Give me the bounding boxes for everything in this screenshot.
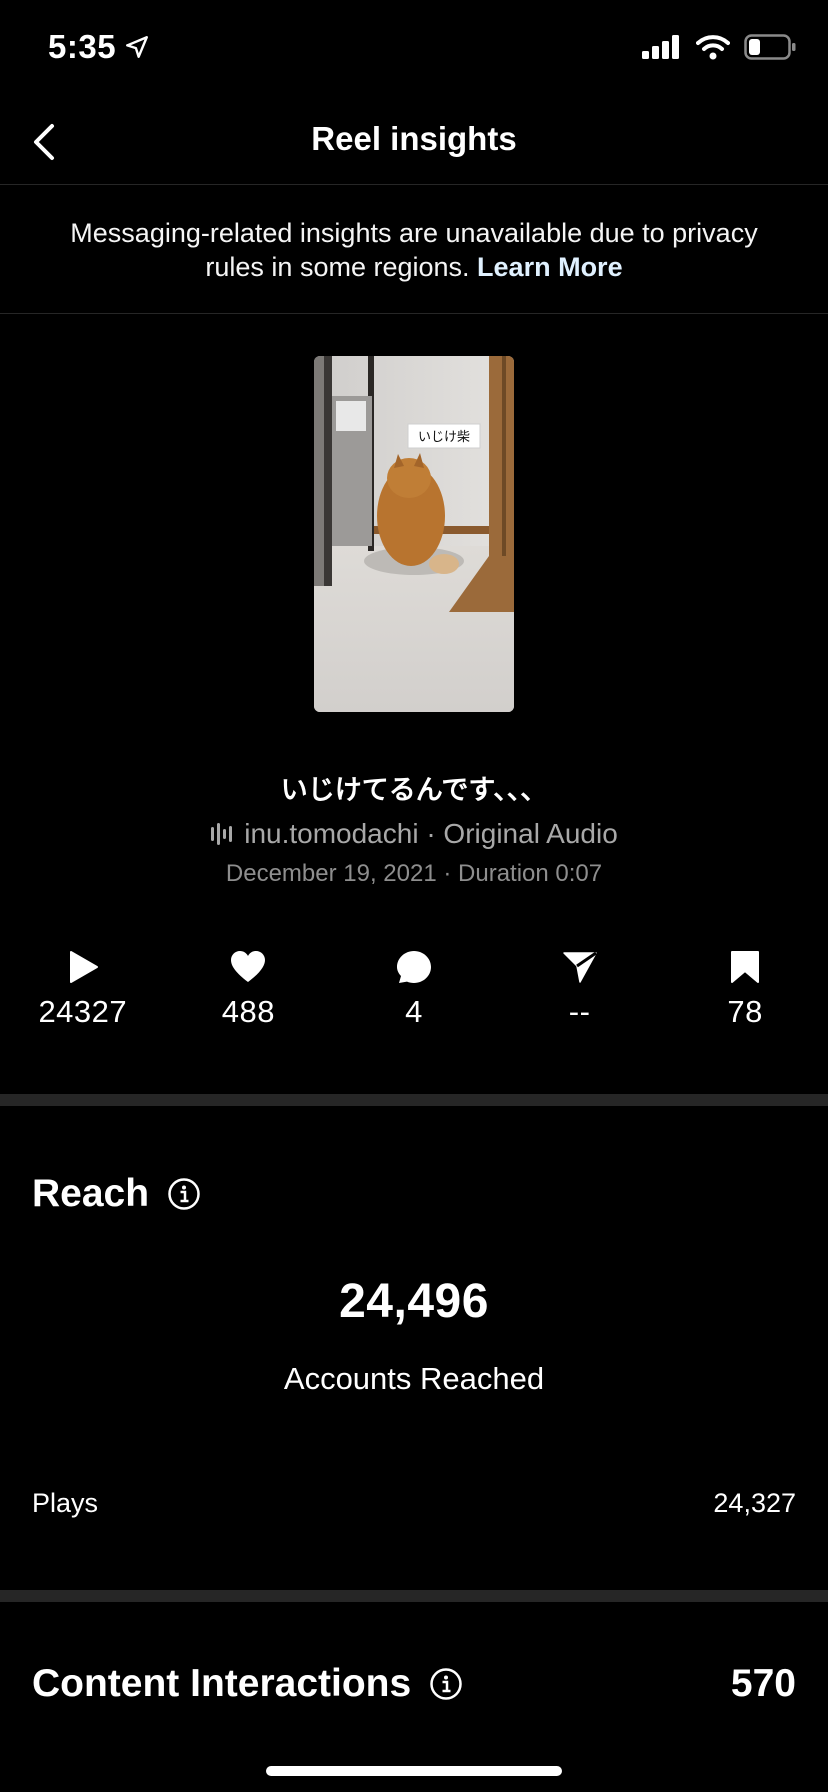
reel-thumbnail-image: いじけ柴: [314, 356, 514, 712]
accounts-reached-label: Accounts Reached: [283, 1361, 545, 1396]
stat-likes-value: 488: [221, 994, 275, 1029]
info-icon[interactable]: [167, 1177, 201, 1211]
heart-icon: [231, 951, 266, 982]
accounts-reached-value: 24,496: [339, 1275, 489, 1328]
plays-label: Plays: [32, 1488, 99, 1518]
reel-thumbnail[interactable]: いじけ柴: [314, 356, 514, 712]
play-icon: [69, 951, 98, 983]
stat-shares: --: [497, 950, 663, 1030]
section-divider: [0, 1590, 828, 1602]
interactions-value: 570: [730, 1662, 796, 1705]
stat-comments: 4: [331, 950, 497, 1030]
page-title: Reel insights: [311, 120, 517, 157]
status-time-text: 5:35: [48, 28, 117, 65]
audio-attribution[interactable]: inu.tomodachi · Original Audio: [0, 818, 828, 850]
stat-plays-value: 24327: [38, 994, 128, 1029]
thumbnail-overlay-text: いじけ柴: [418, 430, 470, 445]
privacy-notice: Messaging-related insights are unavailab…: [0, 184, 828, 314]
comment-icon: [396, 951, 431, 983]
home-indicator[interactable]: [266, 1766, 562, 1776]
stat-likes: 488: [166, 950, 332, 1030]
stat-saves-value: 78: [727, 994, 763, 1029]
plays-value: 24,327: [713, 1488, 796, 1518]
reel-meta: December 19, 2021 · Duration 0:07: [225, 860, 603, 887]
wifi-icon: [696, 35, 730, 60]
stat-shares-value: --: [568, 994, 591, 1029]
cellular-signal-icon: [642, 35, 679, 59]
learn-more-link[interactable]: Learn More: [477, 252, 623, 282]
stat-saves: 78: [662, 950, 828, 1030]
audio-wave-icon: [211, 823, 233, 845]
audio-text: inu.tomodachi · Original Audio: [244, 818, 618, 849]
location-arrow-icon: [126, 36, 149, 58]
bookmark-icon: [731, 951, 760, 983]
interactions-title: Content Interactions: [32, 1662, 412, 1705]
reach-title: Reach: [32, 1172, 150, 1215]
info-icon[interactable]: [429, 1667, 463, 1701]
stat-plays: 24327: [0, 950, 166, 1030]
battery-icon: [744, 34, 796, 60]
notice-text: Messaging-related insights are unavailab…: [70, 218, 758, 282]
engagement-stats: 24327 488 4 -- 78: [0, 950, 828, 1030]
share-icon: [562, 951, 597, 983]
reel-caption: いじけてるんです、、、: [280, 775, 548, 805]
status-time: 5:35: [48, 28, 150, 66]
interactions-section-title[interactable]: Content Interactions: [32, 1662, 463, 1706]
nav-bar: Reel insights: [0, 100, 828, 185]
status-icons: [642, 34, 796, 60]
section-divider: [0, 1094, 828, 1106]
reach-section-title: Reach: [32, 1172, 201, 1216]
stat-comments-value: 4: [405, 994, 423, 1029]
